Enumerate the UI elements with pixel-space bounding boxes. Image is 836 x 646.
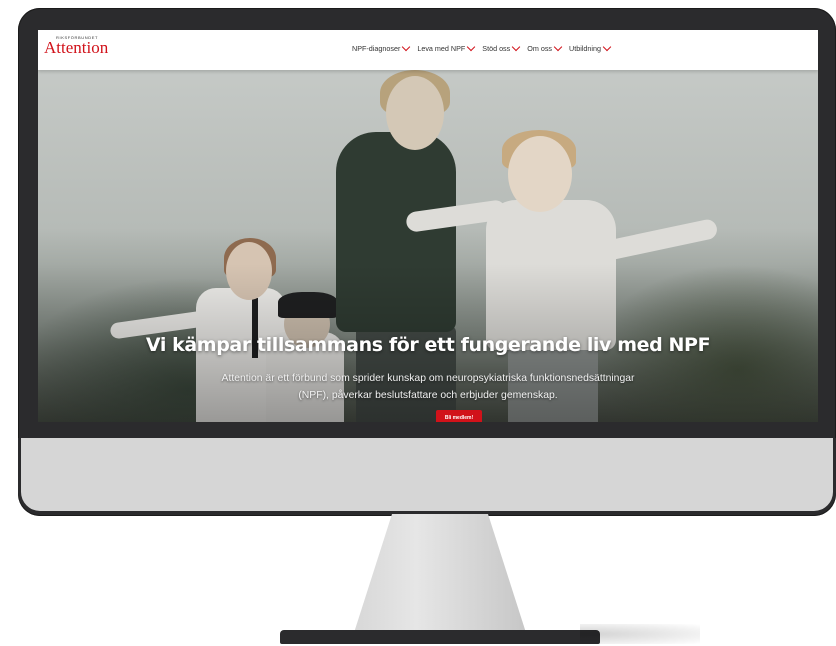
logo-wordmark: Attention <box>44 38 109 57</box>
monitor-neck <box>353 514 527 634</box>
main-nav: NPF-diagnoser Leva med NPF Stöd oss Om o… <box>352 42 618 53</box>
nav-item-utbildning[interactable]: Utbildning <box>569 42 612 53</box>
nav-label: Om oss <box>527 44 553 53</box>
nav-label: Utbildning <box>569 44 601 53</box>
monitor-chin <box>18 438 836 514</box>
hero-content: Vi kämpar tillsammans för ett fungerande… <box>38 334 818 404</box>
nav-item-leva-med-npf[interactable]: Leva med NPF <box>417 42 476 53</box>
chevron-down-icon <box>512 42 521 52</box>
nav-item-stod-oss[interactable]: Stöd oss <box>482 42 521 53</box>
chevron-down-icon <box>602 42 612 52</box>
monitor-screen: RIKSFÖRBUNDET Attention NPF-diagnoser Le… <box>38 30 818 422</box>
chevron-down-icon <box>467 42 476 52</box>
monitor-base <box>280 630 600 644</box>
nav-item-npf-diagnoser[interactable]: NPF-diagnoser <box>352 42 411 53</box>
hero-description: Attention är ett förbund som sprider kun… <box>221 373 635 401</box>
nav-label: Leva med NPF <box>417 44 466 53</box>
monitor-stand <box>280 514 700 644</box>
site-header: RIKSFÖRBUNDET Attention NPF-diagnoser Le… <box>38 30 818 70</box>
hero-title: Vi kämpar tillsammans för ett fungerande… <box>145 334 711 356</box>
stand-shadow <box>580 624 700 644</box>
join-button[interactable]: Bli medlem! <box>436 410 482 422</box>
chevron-down-icon <box>402 42 411 52</box>
nav-label: NPF-diagnoser <box>352 44 401 53</box>
chevron-down-icon <box>553 42 563 52</box>
site-logo[interactable]: RIKSFÖRBUNDET Attention <box>44 35 108 57</box>
nav-item-om-oss[interactable]: Om oss <box>527 42 563 53</box>
nav-label: Stöd oss <box>482 44 511 53</box>
